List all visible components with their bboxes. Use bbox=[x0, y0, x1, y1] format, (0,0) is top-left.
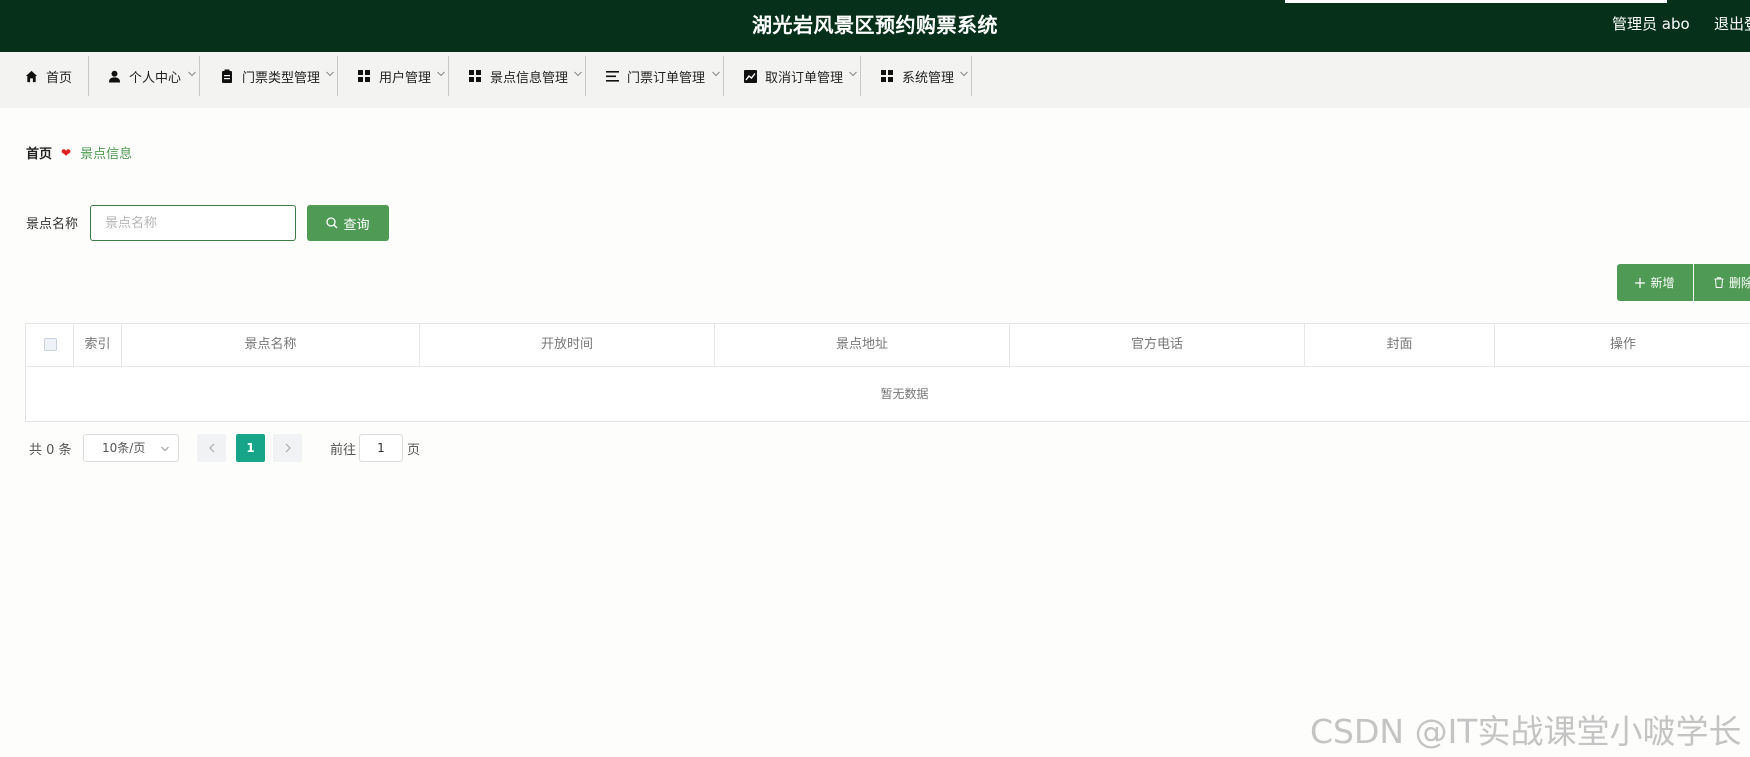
page-number-current[interactable]: 1 bbox=[236, 434, 265, 462]
chevron-down-icon bbox=[188, 71, 196, 77]
grid-icon bbox=[880, 69, 894, 83]
select-all-checkbox[interactable] bbox=[44, 338, 57, 351]
search-input[interactable] bbox=[90, 205, 296, 241]
chart-icon bbox=[743, 69, 757, 83]
table-header: 索引 景点名称 开放时间 景点地址 官方电话 封面 操作 bbox=[26, 324, 1750, 367]
nav-label: 门票订单管理 bbox=[627, 70, 706, 86]
nav-label: 门票类型管理 bbox=[242, 70, 321, 86]
top-header: 湖光岩风景区预约购票系统 管理员 abo 退出登 bbox=[0, 0, 1750, 52]
list-icon bbox=[605, 69, 619, 83]
column-header: 官方电话 bbox=[1010, 324, 1305, 366]
nav-item-scenic-info[interactable]: 景点信息管理 bbox=[449, 56, 586, 96]
nav-item-ticket-orders[interactable]: 门票订单管理 bbox=[586, 56, 724, 96]
clipboard-icon bbox=[220, 69, 234, 83]
nav-label: 取消订单管理 bbox=[765, 70, 844, 86]
nav-label: 景点信息管理 bbox=[490, 70, 569, 86]
breadcrumb-home[interactable]: 首页 bbox=[26, 143, 52, 162]
column-header: 操作 bbox=[1609, 337, 1636, 352]
search-label: 景点名称 bbox=[26, 217, 79, 232]
goto-page-input[interactable] bbox=[359, 434, 403, 462]
person-icon bbox=[107, 69, 121, 83]
plus-icon bbox=[1635, 277, 1646, 288]
column-header: 景点地址 bbox=[715, 324, 1010, 366]
nav-item-personal-center[interactable]: 个人中心 bbox=[89, 56, 200, 96]
breadcrumb-current: 景点信息 bbox=[80, 147, 133, 162]
query-button-label: 查询 bbox=[343, 217, 370, 233]
search-icon bbox=[326, 217, 338, 229]
current-user: 管理员 abo bbox=[1612, 15, 1690, 33]
nav-item-home[interactable]: 首页 bbox=[0, 56, 89, 96]
breadcrumb: 首页 ❤ 景点信息 bbox=[26, 143, 133, 163]
scenic-table: 索引 景点名称 开放时间 景点地址 官方电话 封面 操作 暂无数据 bbox=[25, 323, 1750, 422]
nav-label: 用户管理 bbox=[379, 70, 432, 86]
nav-label: 首页 bbox=[46, 70, 73, 86]
nav-item-user-management[interactable]: 用户管理 bbox=[338, 56, 449, 96]
chevron-down-icon bbox=[712, 71, 720, 77]
select-all-cell bbox=[26, 324, 74, 366]
home-icon bbox=[24, 69, 38, 83]
nav-label: 系统管理 bbox=[902, 70, 955, 86]
chevron-down-icon bbox=[849, 71, 857, 77]
goto-label: 前往 bbox=[330, 443, 357, 458]
pagination-total: 共 0 条 bbox=[29, 443, 72, 458]
watermark: CSDN @IT实战课堂小啵学长 bbox=[1310, 712, 1742, 751]
add-button[interactable]: 新增 bbox=[1617, 264, 1693, 301]
page-size-value: 10条/页 bbox=[102, 441, 146, 455]
prev-page-button[interactable] bbox=[197, 434, 226, 462]
query-button[interactable]: 查询 bbox=[307, 205, 389, 241]
add-button-label: 新增 bbox=[1650, 276, 1675, 290]
main-nav: 首页 个人中心 门票类型管理 用户管理 景点信息管理 门票订单管理 取消订单管理… bbox=[0, 52, 1750, 108]
heart-icon: ❤ bbox=[61, 145, 72, 160]
chevron-down-icon bbox=[161, 446, 169, 452]
next-page-button[interactable] bbox=[273, 434, 302, 462]
app-title: 湖光岩风景区预约购票系统 bbox=[752, 13, 998, 37]
column-header: 景点名称 bbox=[122, 324, 420, 366]
nav-item-cancel-orders[interactable]: 取消订单管理 bbox=[724, 56, 861, 96]
nav-label: 个人中心 bbox=[129, 70, 182, 86]
chevron-left-icon bbox=[208, 443, 214, 453]
chevron-down-icon bbox=[960, 71, 968, 77]
empty-state: 暂无数据 bbox=[880, 387, 929, 401]
column-header: 开放时间 bbox=[420, 324, 715, 366]
chevron-right-icon bbox=[285, 443, 291, 453]
nav-item-system[interactable]: 系统管理 bbox=[861, 56, 972, 96]
nav-item-ticket-type[interactable]: 门票类型管理 bbox=[200, 56, 338, 96]
grid-icon bbox=[468, 69, 482, 83]
grid-icon bbox=[357, 69, 371, 83]
logout-link[interactable]: 退出登 bbox=[1714, 0, 1750, 48]
trash-icon bbox=[1714, 277, 1724, 288]
column-header: 封面 bbox=[1305, 324, 1495, 366]
delete-button-label: 删除 bbox=[1729, 276, 1750, 290]
chevron-down-icon bbox=[326, 71, 334, 77]
delete-button[interactable]: 删除 bbox=[1694, 264, 1750, 301]
chevron-down-icon bbox=[437, 71, 445, 77]
page-size-select[interactable]: 10条/页 bbox=[83, 434, 179, 462]
page-suffix: 页 bbox=[407, 443, 421, 458]
column-header: 索引 bbox=[74, 324, 122, 366]
chevron-down-icon bbox=[574, 71, 582, 77]
